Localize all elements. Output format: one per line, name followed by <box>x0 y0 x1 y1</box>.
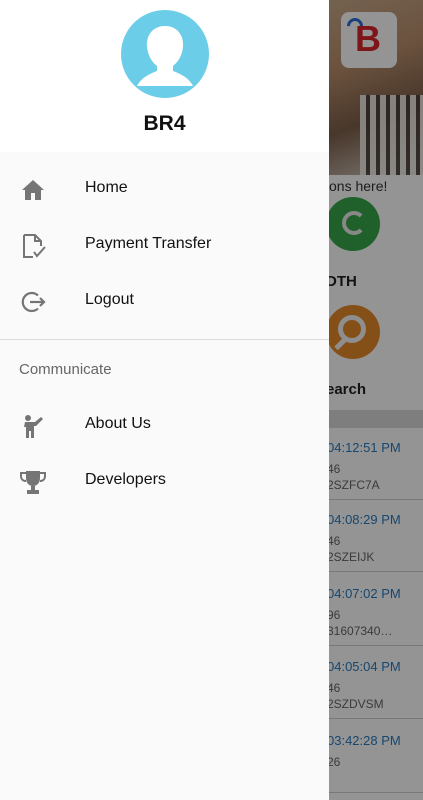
menu-label: Logout <box>85 291 134 308</box>
drawer-scrim[interactable] <box>329 0 423 800</box>
menu-label: Payment Transfer <box>85 235 212 252</box>
section-title-communicate: Communicate <box>19 361 112 378</box>
menu-item-developers[interactable]: Developers <box>0 454 329 510</box>
menu-label: Home <box>85 179 128 196</box>
user-silhouette-icon <box>137 26 193 86</box>
home-icon <box>22 180 44 200</box>
person-waving-icon <box>24 415 43 438</box>
menu-label: Developers <box>85 471 166 488</box>
logout-icon <box>21 291 46 313</box>
user-name: BR4 <box>143 112 186 135</box>
navigation-drawer: BR4 Home Payment Transfer Logout Communi… <box>0 0 329 800</box>
divider <box>0 339 329 340</box>
avatar[interactable] <box>121 10 209 98</box>
menu-item-payment-transfer[interactable]: Payment Transfer <box>0 218 329 274</box>
drawer-header: BR4 <box>0 0 329 152</box>
menu-label: About Us <box>85 415 151 432</box>
menu-item-home[interactable]: Home <box>0 162 329 218</box>
menu-item-about-us[interactable]: About Us <box>0 398 329 454</box>
document-check-icon <box>23 234 46 258</box>
trophy-icon <box>20 471 46 494</box>
menu-item-logout[interactable]: Logout <box>0 274 329 330</box>
